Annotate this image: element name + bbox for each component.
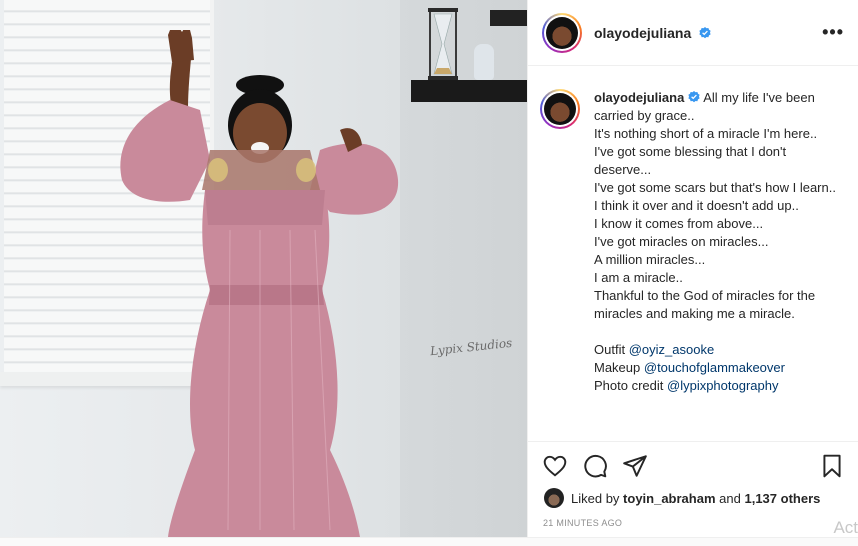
caption-line: I am a miracle.. — [594, 270, 683, 285]
credit-label: Outfit — [594, 342, 626, 357]
heart-icon[interactable] — [542, 453, 568, 479]
credit-label: Photo credit — [594, 378, 664, 393]
caption-line: A million miracles... — [594, 252, 706, 267]
author-username-link[interactable]: olayodejuliana — [594, 25, 711, 41]
verified-badge-icon — [688, 91, 700, 103]
likes-count-link[interactable]: 1,137 others — [744, 491, 820, 506]
woman-in-pink-dress — [120, 30, 399, 537]
liked-by-prefix: Liked by — [571, 490, 620, 506]
more-options-icon[interactable]: ••• — [822, 22, 844, 43]
hourglass-decor — [428, 8, 458, 80]
upper-shelf — [490, 10, 527, 26]
liked-by-and: and — [719, 490, 741, 506]
vase-decor — [474, 44, 494, 80]
liker-avatar[interactable] — [544, 488, 564, 508]
caption-line: I know it comes from above... — [594, 216, 764, 231]
caption-area: olayodejuliana All my life I've been car… — [528, 67, 858, 441]
liker-username[interactable]: toyin_abraham — [623, 491, 715, 506]
author-username[interactable]: olayodejuliana — [594, 25, 691, 41]
caption-line: I've got some blessing that I don't dese… — [594, 144, 787, 177]
caption-username[interactable]: olayodejuliana — [594, 90, 684, 105]
verified-badge-icon — [699, 26, 711, 38]
bottom-divider — [0, 537, 858, 546]
caption-line: I think it over and it doesn't add up.. — [594, 198, 799, 213]
mention-link[interactable]: @oyiz_asooke — [629, 342, 714, 357]
post-header: olayodejuliana ••• — [528, 0, 858, 66]
mention-link[interactable]: @touchofglammakeover — [644, 360, 785, 375]
post-photo[interactable]: Lypix Studios — [0, 0, 527, 537]
caption-line: I've got miracles on miracles... — [594, 234, 769, 249]
bookmark-icon[interactable] — [819, 453, 845, 479]
likes-summary: Liked by toyin_abraham and 1,137 others — [544, 488, 820, 508]
caption-line: It's nothing short of a miracle I'm here… — [594, 126, 818, 141]
caption-line: Thankful to the God of miracles for the … — [594, 288, 816, 321]
wall-shelf — [411, 80, 527, 102]
post-actions-bar — [528, 441, 858, 489]
caption-text: olayodejuliana All my life I've been car… — [594, 89, 844, 441]
author-avatar[interactable] — [542, 12, 582, 53]
paper-plane-icon[interactable] — [622, 453, 648, 479]
caption-author-avatar[interactable] — [540, 89, 580, 441]
mention-link[interactable]: @lypixphotography — [667, 378, 778, 393]
credit-label: Makeup — [594, 360, 641, 375]
activate-windows-watermark: Act — [833, 518, 858, 537]
caption-line: I've got some scars but that's how I lea… — [594, 180, 836, 195]
post-details-panel: olayodejuliana ••• olayodejuliana All my… — [527, 0, 858, 537]
post-timestamp[interactable]: 21 MINUTES AGO — [543, 518, 622, 528]
comment-icon[interactable] — [582, 453, 608, 479]
